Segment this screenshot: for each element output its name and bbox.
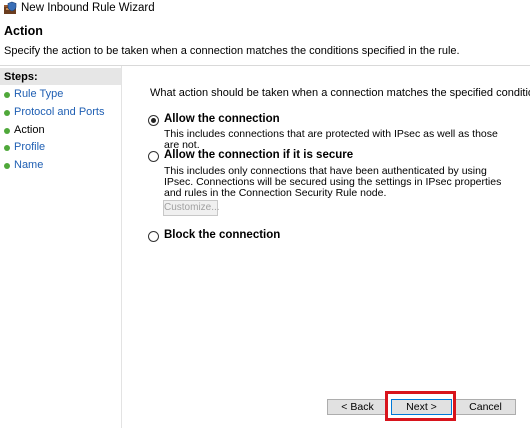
sidebar-item-label: Profile [14, 141, 46, 153]
step-complete-icon [4, 92, 10, 98]
steps-sidebar: Steps: Rule Type Protocol and Ports Acti… [0, 66, 121, 428]
sidebar-item-rule-type[interactable]: Rule Type [0, 87, 121, 103]
allow-if-secure-description: This includes only connections that have… [164, 165, 502, 199]
page-title: Action [4, 24, 43, 38]
step-complete-icon [4, 110, 10, 116]
sidebar-item-label: Protocol and Ports [14, 106, 105, 118]
steps-title: Steps: [4, 71, 38, 83]
step-current-icon [4, 128, 10, 134]
block-connection-radio[interactable] [148, 231, 159, 242]
sidebar-item-protocol-and-ports[interactable]: Protocol and Ports [0, 105, 121, 121]
sidebar-item-label: Action [14, 124, 45, 136]
sidebar-item-label: Name [14, 159, 44, 171]
window-title: New Inbound Rule Wizard [21, 2, 155, 14]
back-button[interactable]: < Back [327, 399, 388, 415]
next-button-highlight [385, 391, 456, 421]
allow-connection-label[interactable]: Allow the connection [164, 113, 280, 125]
block-connection-label[interactable]: Block the connection [164, 229, 280, 241]
sidebar-item-action[interactable]: Action [0, 123, 121, 139]
wizard-header: Action Specify the action to be taken wh… [0, 18, 530, 64]
action-question: What action should be taken when a conne… [150, 87, 530, 99]
sidebar-item-profile[interactable]: Profile [0, 140, 121, 156]
sidebar-item-name[interactable]: Name [0, 158, 121, 174]
allow-if-secure-label[interactable]: Allow the connection if it is secure [164, 149, 353, 161]
step-pending-icon [4, 163, 10, 169]
allow-connection-description: This includes connections that are prote… [164, 128, 498, 151]
page-description: Specify the action to be taken when a co… [4, 45, 460, 57]
allow-connection-radio[interactable] [148, 115, 159, 126]
sidebar-item-label: Rule Type [14, 88, 64, 100]
steps-header: Steps: [0, 68, 121, 85]
step-pending-icon [4, 145, 10, 151]
firewall-shield-icon [4, 1, 17, 14]
title-bar: New Inbound Rule Wizard [0, 0, 530, 18]
allow-if-secure-radio[interactable] [148, 151, 159, 162]
customize-button[interactable]: Customize... [163, 200, 220, 216]
cancel-button[interactable]: Cancel [455, 399, 516, 415]
